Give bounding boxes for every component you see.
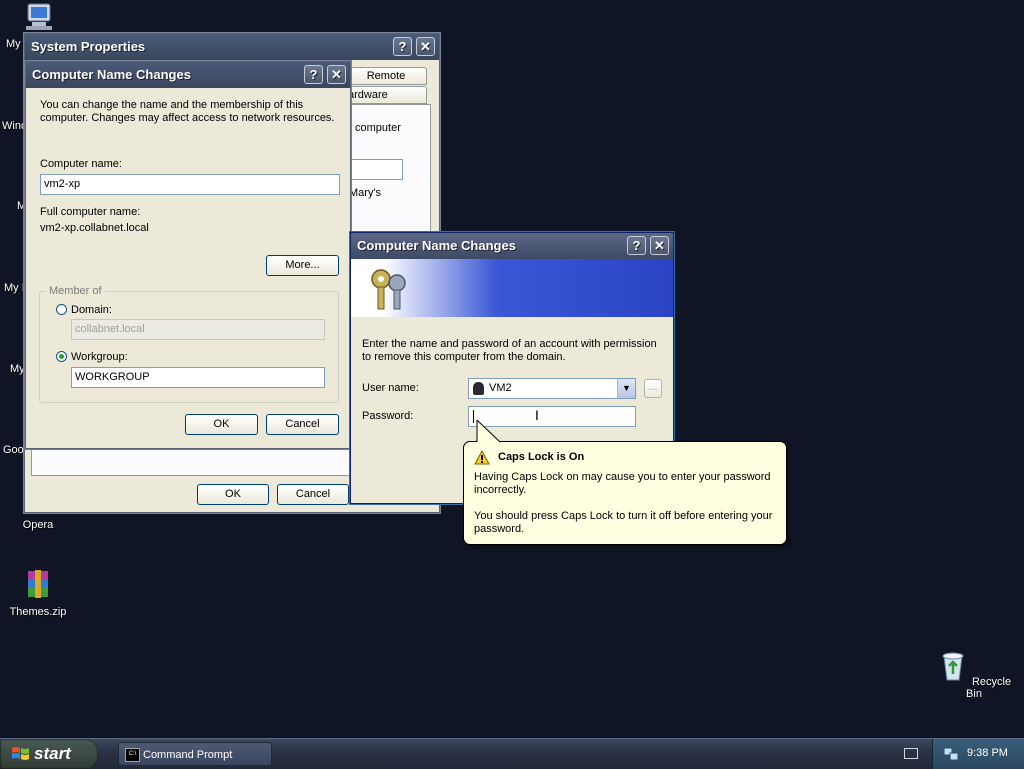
winrar-archive-icon [28, 570, 48, 598]
full-name-value: vm2-xp.collabnet.local [40, 222, 149, 234]
workgroup-input[interactable]: WORKGROUP [71, 367, 325, 388]
credentials-dialog-titlebar[interactable]: Computer Name Changes ? ✕ [351, 233, 673, 259]
help-button[interactable]: ? [627, 236, 646, 255]
warning-icon [474, 450, 490, 465]
my-computer-icon [26, 3, 52, 30]
clock[interactable]: 9:38 PM [967, 747, 1008, 759]
cancel-button[interactable]: Cancel [277, 484, 349, 505]
desktop-icon-label: Recycle Bin [966, 676, 1012, 700]
workgroup-label: Workgroup: [71, 351, 128, 363]
close-button[interactable]: ✕ [327, 65, 346, 84]
browse-button[interactable]: ... [644, 379, 662, 398]
windows-logo-icon [12, 747, 29, 760]
command-prompt-icon: C:\ [125, 748, 140, 762]
computer-name-input[interactable]: vm2-xp [40, 174, 340, 195]
keys-icon [371, 269, 406, 310]
full-name-label: Full computer name: [40, 206, 141, 218]
system-tray: 9:38 PM [932, 739, 1024, 769]
balloon-text-2: You should press Caps Lock to turn it of… [474, 510, 773, 535]
close-button[interactable]: ✕ [416, 37, 435, 56]
cancel-button[interactable]: Cancel [266, 414, 339, 435]
start-button[interactable]: start [0, 739, 98, 769]
window-title: Computer Name Changes [32, 67, 191, 82]
workgroup-radio[interactable] [56, 351, 67, 362]
text-cursor-icon: I [535, 407, 539, 423]
dialog-banner [351, 259, 673, 317]
help-button[interactable]: ? [393, 37, 412, 56]
username-value: VM2 [489, 382, 512, 394]
password-label: Password: [362, 410, 414, 422]
partial-label: computer [355, 122, 401, 134]
member-of-label: Member of [46, 285, 105, 297]
text-caret [473, 410, 474, 423]
computer-name-label: Computer name: [40, 158, 122, 170]
window-title: Computer Name Changes [357, 238, 516, 253]
system-properties-titlebar[interactable]: System Properties ? ✕ [25, 34, 439, 60]
tab-hardware[interactable]: ardware [345, 86, 427, 104]
computer-name-changes-window: Computer Name Changes ? ✕ You can change… [25, 61, 351, 449]
window-title: System Properties [31, 39, 146, 54]
partial-field[interactable] [350, 159, 403, 180]
partial-label: Mary's [349, 187, 382, 199]
desktop-icon-label[interactable]: My [10, 363, 25, 375]
domain-label: Domain: [71, 304, 112, 316]
username-label: User name: [362, 382, 419, 394]
ok-button[interactable]: OK [185, 414, 258, 435]
desktop-icon-label: Themes.zip [9, 606, 67, 618]
balloon-text-1: Having Caps Lock on may cause you to ent… [474, 471, 771, 496]
domain-radio[interactable] [56, 304, 67, 315]
credentials-prompt: Enter the name and password of an accoun… [362, 338, 657, 363]
taskbar: start C:\ Command Prompt 9:38 PM [0, 738, 1024, 769]
desktop-icon-label: Opera [22, 519, 54, 531]
desktop-icon-recycle-bin[interactable]: Recycle Bin [936, 650, 1012, 700]
caps-lock-balloon[interactable]: Caps Lock is On Having Caps Lock on may … [463, 420, 787, 545]
taskbar-item-command-prompt[interactable]: C:\ Command Prompt [118, 742, 272, 766]
close-button[interactable]: ✕ [650, 236, 669, 255]
tab-remote[interactable]: Remote [345, 67, 427, 85]
desktop-icon-label[interactable]: Goo [3, 444, 24, 456]
start-label: start [34, 744, 71, 763]
intro-text: You can change the name and the membersh… [40, 99, 335, 124]
user-icon [473, 382, 484, 395]
ok-button[interactable]: OK [197, 484, 269, 505]
computer-name-changes-titlebar[interactable]: Computer Name Changes ? ✕ [26, 62, 350, 88]
username-combobox[interactable]: VM2 ▼ [468, 378, 636, 399]
network-tray-icon[interactable] [943, 746, 959, 762]
recycle-bin-icon [942, 652, 964, 681]
balloon-title: Caps Lock is On [498, 451, 585, 463]
balloon-tail [476, 420, 501, 443]
chevron-down-icon[interactable]: ▼ [617, 379, 635, 398]
desktop-icon-label[interactable]: My I [4, 282, 25, 294]
keyboard-icon[interactable] [904, 748, 918, 759]
help-button[interactable]: ? [304, 65, 323, 84]
domain-input[interactable]: collabnet.local [71, 319, 325, 340]
desktop-icon-themes-zip[interactable]: Themes.zip [0, 568, 76, 618]
more-button[interactable]: More... [266, 255, 339, 276]
taskbar-item-label: Command Prompt [143, 749, 233, 761]
